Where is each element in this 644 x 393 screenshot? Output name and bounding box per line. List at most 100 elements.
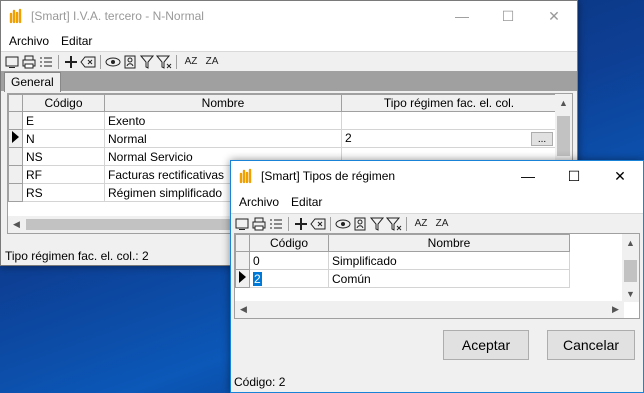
row-indicator (8, 111, 23, 130)
row-indicator (235, 251, 250, 270)
scroll-right-icon[interactable]: ▶ (607, 301, 624, 318)
vertical-scrollbar[interactable]: ▲ ▼ (622, 234, 639, 302)
toolbar-separator (100, 54, 101, 69)
tab-general[interactable]: General (4, 72, 61, 92)
menu-archivo[interactable]: Archivo (233, 195, 285, 209)
cell-tipo[interactable]: 2... (341, 129, 557, 148)
scroll-down-icon[interactable]: ▼ (622, 285, 639, 302)
cell-codigo[interactable]: 0 (249, 251, 329, 270)
close-button[interactable]: ✕ (531, 1, 577, 31)
cell-tipo[interactable] (341, 111, 557, 130)
app-logo-icon (9, 8, 25, 24)
view-icon[interactable] (105, 54, 121, 70)
window-icon[interactable] (4, 54, 20, 70)
list-icon[interactable] (268, 216, 284, 232)
horizontal-scrollbar[interactable]: ◀ ▶ (235, 301, 624, 318)
tab-bar: General (1, 71, 577, 92)
cell-codigo[interactable]: RF (22, 165, 105, 184)
column-header-codigo[interactable]: Código (22, 94, 105, 112)
filter-icon[interactable] (369, 216, 385, 232)
title-bar[interactable]: [Smart] I.V.A. tercero - N-Normal — ☐ ✕ (1, 1, 577, 31)
cell-nombre[interactable]: Normal (104, 129, 342, 148)
cell-codigo[interactable]: E (22, 111, 105, 130)
minimize-button[interactable]: — (439, 1, 485, 31)
add-icon[interactable] (63, 54, 79, 70)
toolbar-separator (176, 54, 177, 69)
record-icon[interactable] (122, 54, 138, 70)
current-row-indicator (8, 129, 23, 148)
data-grid: Código Nombre 0 Simplificado 2 Común ▲ ▼… (234, 233, 640, 319)
scroll-up-icon[interactable]: ▲ (555, 94, 572, 111)
clear-filter-icon[interactable] (156, 54, 172, 70)
toolbar: AZ ZA (1, 51, 577, 71)
table-row[interactable]: E Exento (8, 111, 557, 130)
row-indicator-header (8, 94, 23, 112)
title-bar[interactable]: [Smart] Tipos de régimen — ☐ ✕ (231, 161, 643, 191)
app-logo-icon (239, 168, 255, 184)
header-row: Código Nombre (235, 234, 570, 252)
current-row-arrow-icon (239, 271, 246, 283)
print-icon[interactable] (21, 54, 37, 70)
menu-archivo[interactable]: Archivo (3, 34, 55, 48)
current-row-indicator (235, 269, 250, 288)
toolbar-separator (330, 216, 331, 231)
menu-editar[interactable]: Editar (55, 34, 98, 48)
clear-filter-icon[interactable] (386, 216, 402, 232)
cancel-button[interactable]: Cancelar (547, 330, 635, 360)
cell-codigo[interactable]: NS (22, 147, 105, 166)
row-indicator (8, 147, 23, 166)
sort-desc-icon[interactable]: ZA (432, 216, 452, 232)
maximize-button[interactable]: ☐ (551, 161, 597, 191)
window-title: [Smart] Tipos de régimen (261, 169, 396, 183)
current-row-arrow-icon (12, 131, 19, 143)
row-indicator (8, 183, 23, 202)
accept-button[interactable]: Aceptar (443, 330, 529, 360)
print-icon[interactable] (251, 216, 267, 232)
toolbar-separator (406, 216, 407, 231)
table-row-current[interactable]: 2 Común (235, 269, 570, 288)
header-row: Código Nombre Tipo régimen fac. el. col. (8, 94, 557, 112)
scroll-left-icon[interactable]: ◀ (235, 301, 252, 318)
close-button[interactable]: ✕ (597, 161, 643, 191)
table-row[interactable]: 0 Simplificado (235, 251, 570, 270)
toolbar: AZ ZA (231, 213, 643, 233)
selected-cell-value[interactable]: 2 (253, 271, 262, 286)
menu-editar[interactable]: Editar (285, 195, 328, 209)
maximize-button[interactable]: ☐ (485, 1, 531, 31)
column-header-nombre[interactable]: Nombre (104, 94, 342, 112)
row-indicator-header (235, 234, 250, 252)
column-header-nombre[interactable]: Nombre (328, 234, 570, 252)
record-icon[interactable] (352, 216, 368, 232)
column-header-codigo[interactable]: Código (249, 234, 329, 252)
filter-icon[interactable] (139, 54, 155, 70)
sort-asc-icon[interactable]: AZ (181, 54, 201, 70)
window-icon[interactable] (234, 216, 250, 232)
toolbar-separator (58, 54, 59, 69)
delete-icon[interactable] (310, 216, 326, 232)
scroll-up-icon[interactable]: ▲ (622, 234, 639, 251)
column-header-tipo[interactable]: Tipo régimen fac. el. col. (341, 94, 557, 112)
scrollbar-thumb[interactable] (557, 116, 570, 156)
cell-nombre[interactable]: Simplificado (328, 251, 570, 270)
table-row-current[interactable]: N Normal 2... (8, 129, 557, 148)
tipos-regimen-window: [Smart] Tipos de régimen — ☐ ✕ Archivo E… (230, 160, 644, 393)
scrollbar-thumb[interactable] (624, 260, 637, 282)
add-icon[interactable] (293, 216, 309, 232)
lookup-ellipsis-button[interactable]: ... (531, 132, 553, 146)
sort-desc-icon[interactable]: ZA (202, 54, 222, 70)
menu-bar: Archivo Editar (231, 191, 643, 213)
delete-icon[interactable] (80, 54, 96, 70)
status-bar-text: Código: 2 (234, 375, 286, 389)
cell-nombre[interactable]: Común (328, 269, 570, 288)
scroll-left-icon[interactable]: ◀ (8, 216, 25, 233)
cell-codigo[interactable]: N (22, 129, 105, 148)
minimize-button[interactable]: — (505, 161, 551, 191)
toolbar-separator (288, 216, 289, 231)
sort-asc-icon[interactable]: AZ (411, 216, 431, 232)
cell-codigo[interactable]: RS (22, 183, 105, 202)
row-indicator (8, 165, 23, 184)
cell-nombre[interactable]: Exento (104, 111, 342, 130)
cell-codigo[interactable]: 2 (249, 269, 329, 288)
list-icon[interactable] (38, 54, 54, 70)
view-icon[interactable] (335, 216, 351, 232)
